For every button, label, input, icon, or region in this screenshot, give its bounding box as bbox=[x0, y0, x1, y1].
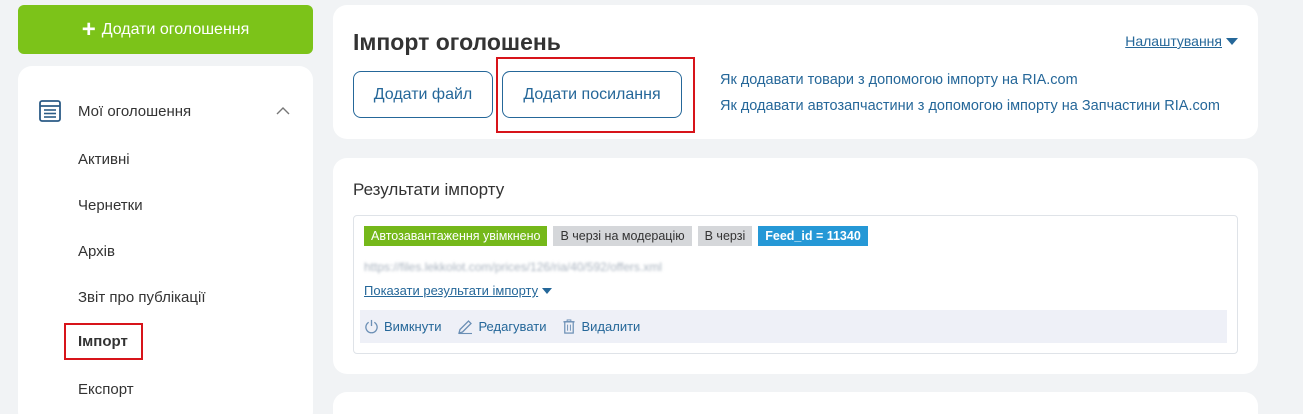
help-link-ria[interactable]: Як додавати товари з допомогою імпорту н… bbox=[720, 72, 1078, 88]
add-listing-button[interactable]: + Додати оголошення bbox=[18, 5, 313, 54]
import-card: Імпорт оголошень Налаштування Додати фай… bbox=[333, 5, 1258, 139]
moderation-badge: В черзі на модерацію bbox=[553, 226, 692, 246]
add-file-button[interactable]: Додати файл bbox=[353, 71, 493, 118]
sidebar-item-archive[interactable]: Архів bbox=[78, 243, 115, 260]
sidebar-item-active[interactable]: Активні bbox=[78, 151, 130, 168]
show-results-link[interactable]: Показати результати імпорту bbox=[364, 283, 553, 298]
delete-button[interactable]: Видалити bbox=[562, 319, 640, 334]
disable-label: Вимкнути bbox=[384, 319, 442, 334]
delete-label: Видалити bbox=[581, 319, 641, 334]
trash-icon bbox=[563, 319, 576, 334]
edit-label: Редагувати bbox=[478, 319, 547, 334]
my-listings-label: Мої оголошення bbox=[78, 102, 192, 120]
sidebar-item-export[interactable]: Експорт bbox=[78, 381, 134, 398]
sidebar-item-import-label: Імпорт bbox=[78, 333, 128, 350]
next-card bbox=[333, 392, 1258, 414]
sidebar-item-drafts[interactable]: Чернетки bbox=[78, 197, 143, 214]
document-icon bbox=[39, 100, 61, 122]
sidebar-item-import[interactable]: Імпорт bbox=[64, 323, 143, 360]
feed-url: https://files.lekkolot.com/prices/126/ri… bbox=[364, 260, 662, 274]
sidebar-item-publication-report[interactable]: Звіт про публікації bbox=[78, 289, 206, 306]
disable-button[interactable]: Вимкнути bbox=[364, 319, 441, 334]
autoload-badge: Автозавантаження увімкнено bbox=[364, 226, 548, 246]
pencil-icon bbox=[458, 319, 473, 334]
power-icon bbox=[365, 319, 378, 334]
add-listing-label: Додати оголошення bbox=[101, 20, 250, 38]
plus-icon: + bbox=[81, 15, 96, 43]
my-listings-toggle[interactable]: Мої оголошення bbox=[38, 96, 298, 126]
import-result-item: Автозавантаження увімкнено В черзі на мо… bbox=[353, 215, 1238, 354]
chevron-up-icon bbox=[276, 107, 290, 115]
settings-dropdown[interactable]: Налаштування bbox=[1125, 33, 1238, 49]
status-badges: Автозавантаження увімкнено В черзі на мо… bbox=[364, 226, 868, 246]
results-card: Результати імпорту Автозавантаження увім… bbox=[333, 158, 1258, 374]
settings-label: Налаштування bbox=[1125, 33, 1222, 49]
caret-down-icon bbox=[542, 287, 553, 294]
show-results-label: Показати результати імпорту bbox=[364, 283, 539, 298]
queue-badge: В черзі bbox=[697, 226, 753, 246]
add-link-button[interactable]: Додати посилання bbox=[502, 71, 682, 118]
help-link-parts[interactable]: Як додавати автозапчастини з допомогою і… bbox=[720, 98, 1220, 114]
results-title: Результати імпорту bbox=[353, 180, 505, 199]
page-title: Імпорт оголошень bbox=[353, 29, 561, 55]
sidebar-panel: Мої оголошення Активні Чернетки Архів Зв… bbox=[18, 66, 313, 414]
feed-id-badge: Feed_id = 11340 bbox=[758, 226, 868, 246]
actions-bar: Вимкнути Редагувати Видалити bbox=[360, 310, 1227, 343]
edit-button[interactable]: Редагувати bbox=[457, 319, 546, 335]
caret-down-icon bbox=[1226, 37, 1238, 45]
